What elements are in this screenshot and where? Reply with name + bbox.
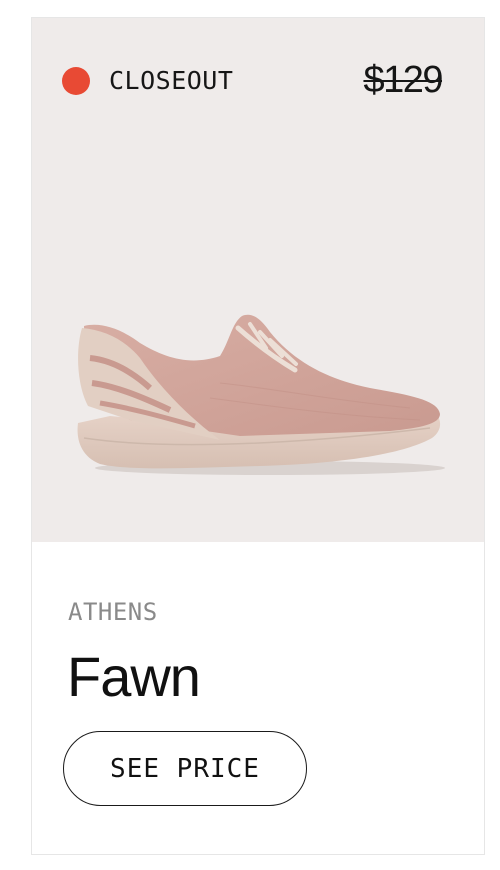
original-price: $129 bbox=[363, 59, 443, 101]
product-name[interactable]: Fawn bbox=[67, 644, 201, 710]
product-card[interactable]: CLOSEOUT $129 ATHENS Fawn SEE PRICE bbox=[31, 17, 485, 855]
product-info: ATHENS Fawn SEE PRICE bbox=[32, 542, 484, 854]
sneaker-image[interactable] bbox=[70, 288, 450, 488]
status-dot-icon bbox=[62, 67, 90, 95]
closeout-badge: CLOSEOUT bbox=[62, 66, 233, 96]
see-price-button[interactable]: SEE PRICE bbox=[63, 731, 307, 806]
product-media[interactable]: CLOSEOUT $129 bbox=[32, 18, 484, 542]
collection-name: ATHENS bbox=[68, 598, 158, 626]
badge-label: CLOSEOUT bbox=[109, 66, 234, 95]
